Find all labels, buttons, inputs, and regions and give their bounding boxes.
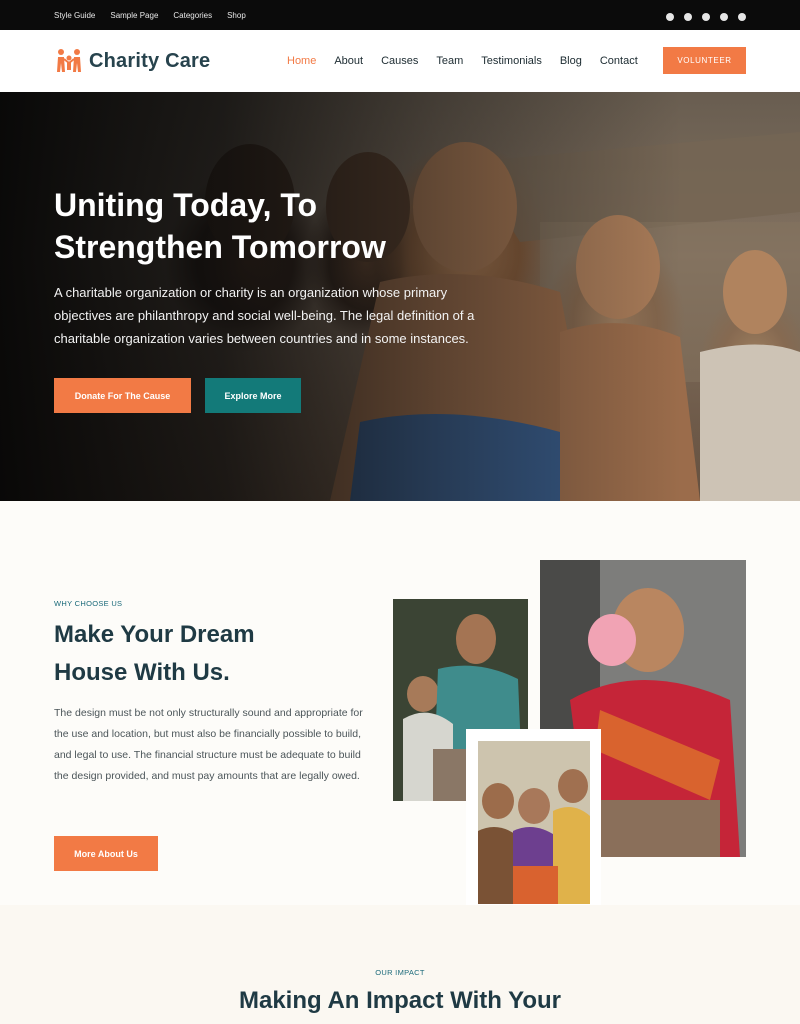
nav-about[interactable]: About xyxy=(334,55,363,67)
site-header: Charity Care Home About Causes Team Test… xyxy=(0,30,800,93)
top-link-categories[interactable]: Categories xyxy=(173,11,212,20)
hero-title: Uniting Today, To Strengthen Tomorrow xyxy=(54,187,386,265)
top-links: Style Guide Sample Page Categories Shop xyxy=(54,0,246,30)
why-description: The design must be not only structurally… xyxy=(54,707,363,782)
more-about-us-button[interactable]: More About Us xyxy=(54,836,158,871)
social-links xyxy=(666,0,746,34)
nav-contact[interactable]: Contact xyxy=(600,55,638,67)
hero-description: A charitable organization or charity is … xyxy=(54,285,475,346)
top-link-style-guide[interactable]: Style Guide xyxy=(54,11,95,20)
top-bar: Style Guide Sample Page Categories Shop xyxy=(0,0,800,30)
impact-eyebrow: OUR IMPACT xyxy=(375,968,425,977)
nav-blog[interactable]: Blog xyxy=(560,55,582,67)
logo-text: Charity Care xyxy=(89,49,211,72)
top-link-shop[interactable]: Shop xyxy=(227,11,246,20)
twitter-icon[interactable] xyxy=(684,13,692,21)
main-nav: Home About Causes Team Testimonials Blog… xyxy=(287,30,656,92)
facebook-icon[interactable] xyxy=(666,13,674,21)
instagram-icon[interactable] xyxy=(702,13,710,21)
pinterest-icon[interactable] xyxy=(738,13,746,21)
hero-section: Uniting Today, To Strengthen Tomorrow A … xyxy=(0,92,800,501)
top-link-sample-page[interactable]: Sample Page xyxy=(110,11,158,20)
why-eyebrow: WHY CHOOSE US xyxy=(54,599,123,608)
site-logo[interactable]: Charity Care xyxy=(56,48,210,74)
nav-team[interactable]: Team xyxy=(436,55,463,67)
globe-icon[interactable] xyxy=(720,13,728,21)
children-group-photo xyxy=(478,741,590,904)
donate-button[interactable]: Donate For The Cause xyxy=(54,378,191,413)
explore-more-button[interactable]: Explore More xyxy=(205,378,301,413)
impact-title: Making An Impact With Your xyxy=(238,987,562,1014)
nav-testimonials[interactable]: Testimonials xyxy=(481,55,542,67)
nav-home[interactable]: Home xyxy=(287,55,316,67)
nav-causes[interactable]: Causes xyxy=(381,55,418,67)
volunteer-button[interactable]: VOLUNTEER xyxy=(663,47,746,74)
family-logo-icon xyxy=(57,49,81,72)
why-title: Make Your Dream House With Us. xyxy=(54,621,255,686)
